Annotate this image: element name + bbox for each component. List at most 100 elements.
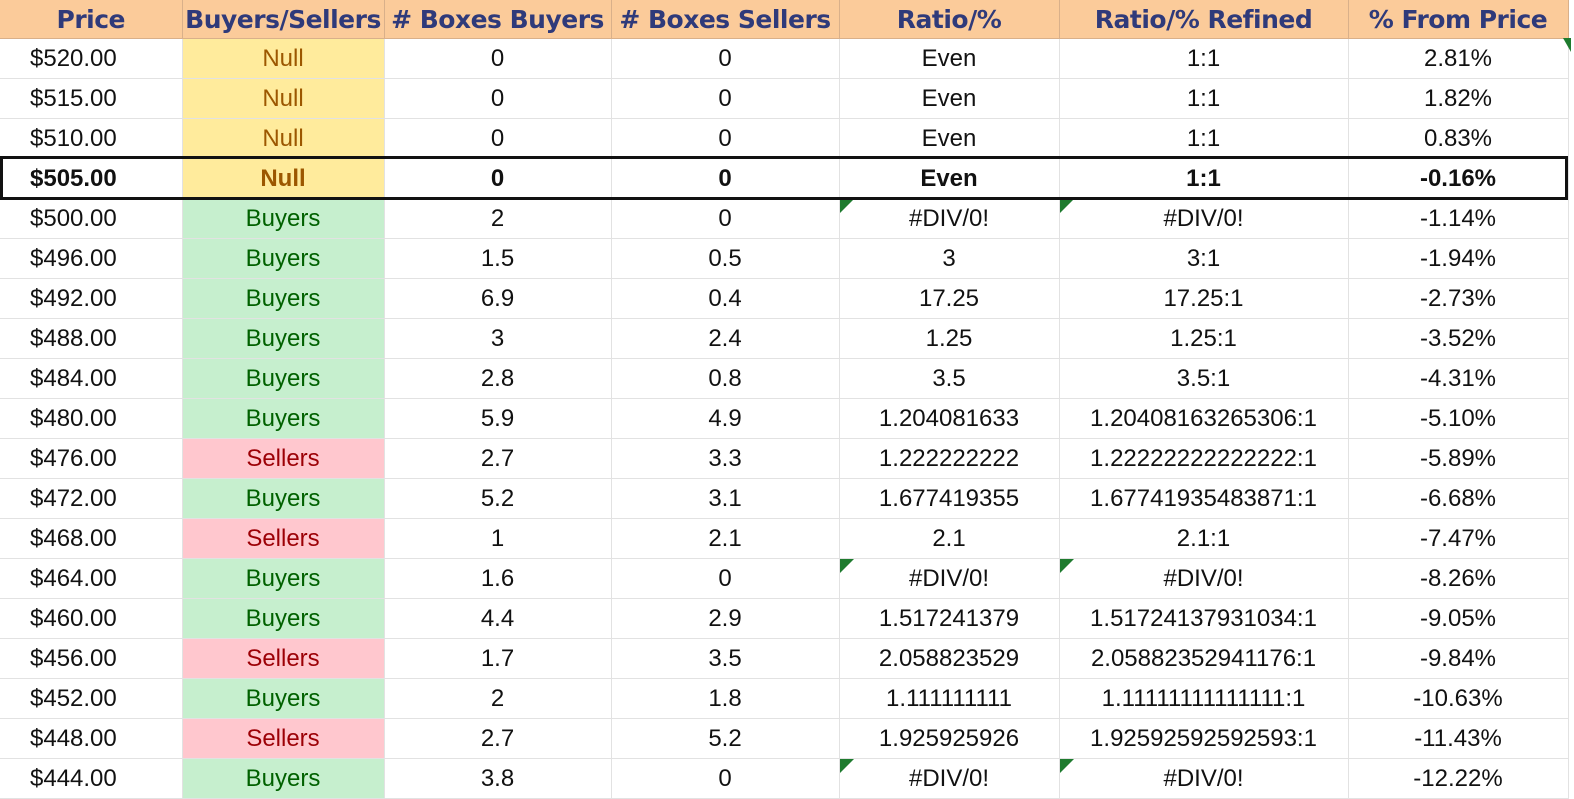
- cell-buyers-sellers[interactable]: Buyers: [182, 398, 385, 439]
- cell-ratio[interactable]: 1.111111111: [839, 678, 1060, 719]
- cell-pct-from-price[interactable]: -0.16%: [1348, 158, 1569, 199]
- cell-buyers-sellers[interactable]: Null: [182, 38, 385, 79]
- cell-boxes-sellers[interactable]: 0: [611, 158, 840, 199]
- cell-price[interactable]: $468.00: [0, 518, 183, 559]
- cell-boxes-sellers[interactable]: 3.1: [611, 478, 840, 519]
- cell-price[interactable]: $480.00: [0, 398, 183, 439]
- header-pct-from-price[interactable]: % From Price: [1348, 0, 1569, 39]
- cell-pct-from-price[interactable]: -12.22%: [1348, 758, 1569, 799]
- cell-buyers-sellers[interactable]: Sellers: [182, 518, 385, 559]
- cell-boxes-buyers[interactable]: 0: [384, 158, 612, 199]
- cell-boxes-sellers[interactable]: 2.9: [611, 598, 840, 639]
- cell-ratio[interactable]: #DIV/0!: [839, 558, 1060, 599]
- cell-buyers-sellers[interactable]: Null: [182, 78, 385, 119]
- cell-boxes-sellers[interactable]: 0: [611, 198, 840, 239]
- cell-buyers-sellers[interactable]: Buyers: [182, 558, 385, 599]
- cell-price[interactable]: $460.00: [0, 598, 183, 639]
- cell-price[interactable]: $510.00: [0, 118, 183, 159]
- cell-price[interactable]: $488.00: [0, 318, 183, 359]
- cell-boxes-buyers[interactable]: 5.9: [384, 398, 612, 439]
- header-boxes-sellers[interactable]: # Boxes Sellers: [611, 0, 840, 39]
- cell-price[interactable]: $520.00: [0, 38, 183, 79]
- cell-ratio-refined[interactable]: 1.11111111111111:1: [1059, 678, 1349, 719]
- cell-boxes-buyers[interactable]: 2.7: [384, 718, 612, 759]
- cell-ratio[interactable]: 1.925925926: [839, 718, 1060, 759]
- cell-ratio[interactable]: Even: [839, 158, 1060, 199]
- cell-ratio-refined[interactable]: 1.22222222222222:1: [1059, 438, 1349, 479]
- header-buyers-sellers[interactable]: Buyers/Sellers: [182, 0, 385, 39]
- cell-boxes-buyers[interactable]: 1.7: [384, 638, 612, 679]
- cell-boxes-sellers[interactable]: 2.4: [611, 318, 840, 359]
- cell-ratio[interactable]: 1.222222222: [839, 438, 1060, 479]
- cell-boxes-buyers[interactable]: 0: [384, 38, 612, 79]
- cell-price[interactable]: $448.00: [0, 718, 183, 759]
- cell-boxes-buyers[interactable]: 0: [384, 118, 612, 159]
- cell-boxes-sellers[interactable]: 5.2: [611, 718, 840, 759]
- cell-buyers-sellers[interactable]: Buyers: [182, 478, 385, 519]
- cell-buyers-sellers[interactable]: Buyers: [182, 238, 385, 279]
- cell-ratio[interactable]: Even: [839, 78, 1060, 119]
- cell-buyers-sellers[interactable]: Sellers: [182, 438, 385, 479]
- cell-ratio-refined[interactable]: 1.25:1: [1059, 318, 1349, 359]
- header-boxes-buyers[interactable]: # Boxes Buyers: [384, 0, 612, 39]
- cell-boxes-sellers[interactable]: 2.1: [611, 518, 840, 559]
- cell-boxes-buyers[interactable]: 1.5: [384, 238, 612, 279]
- cell-ratio[interactable]: 1.517241379: [839, 598, 1060, 639]
- cell-ratio-refined[interactable]: 17.25:1: [1059, 278, 1349, 319]
- cell-ratio-refined[interactable]: 1:1: [1059, 38, 1349, 79]
- cell-boxes-sellers[interactable]: 4.9: [611, 398, 840, 439]
- cell-pct-from-price[interactable]: 2.81%: [1348, 38, 1569, 79]
- cell-price[interactable]: $500.00: [0, 198, 183, 239]
- cell-boxes-buyers[interactable]: 5.2: [384, 478, 612, 519]
- cell-boxes-buyers[interactable]: 2.8: [384, 358, 612, 399]
- cell-ratio[interactable]: 1.25: [839, 318, 1060, 359]
- cell-ratio-refined[interactable]: 1:1: [1059, 118, 1349, 159]
- cell-pct-from-price[interactable]: -8.26%: [1348, 558, 1569, 599]
- cell-ratio-refined[interactable]: #DIV/0!: [1059, 758, 1349, 799]
- cell-boxes-sellers[interactable]: 3.3: [611, 438, 840, 479]
- cell-buyers-sellers[interactable]: Buyers: [182, 678, 385, 719]
- cell-pct-from-price[interactable]: -9.05%: [1348, 598, 1569, 639]
- cell-ratio[interactable]: #DIV/0!: [839, 198, 1060, 239]
- cell-boxes-sellers[interactable]: 3.5: [611, 638, 840, 679]
- cell-price[interactable]: $496.00: [0, 238, 183, 279]
- cell-ratio-refined[interactable]: 3.5:1: [1059, 358, 1349, 399]
- cell-pct-from-price[interactable]: -1.14%: [1348, 198, 1569, 239]
- cell-buyers-sellers[interactable]: Buyers: [182, 758, 385, 799]
- cell-pct-from-price[interactable]: -1.94%: [1348, 238, 1569, 279]
- cell-price[interactable]: $476.00: [0, 438, 183, 479]
- cell-price[interactable]: $464.00: [0, 558, 183, 599]
- cell-ratio[interactable]: 2.058823529: [839, 638, 1060, 679]
- cell-boxes-sellers[interactable]: 0: [611, 38, 840, 79]
- cell-boxes-buyers[interactable]: 1.6: [384, 558, 612, 599]
- cell-pct-from-price[interactable]: -3.52%: [1348, 318, 1569, 359]
- cell-price[interactable]: $444.00: [0, 758, 183, 799]
- cell-ratio[interactable]: Even: [839, 38, 1060, 79]
- header-price[interactable]: Price: [0, 0, 183, 39]
- cell-boxes-buyers[interactable]: 4.4: [384, 598, 612, 639]
- cell-boxes-sellers[interactable]: 0.4: [611, 278, 840, 319]
- cell-boxes-sellers[interactable]: 0: [611, 78, 840, 119]
- cell-boxes-buyers[interactable]: 0: [384, 78, 612, 119]
- cell-price[interactable]: $492.00: [0, 278, 183, 319]
- cell-ratio-refined[interactable]: 2.1:1: [1059, 518, 1349, 559]
- cell-buyers-sellers[interactable]: Null: [182, 158, 385, 199]
- cell-price[interactable]: $452.00: [0, 678, 183, 719]
- cell-price[interactable]: $472.00: [0, 478, 183, 519]
- cell-boxes-sellers[interactable]: 0.8: [611, 358, 840, 399]
- cell-ratio-refined[interactable]: 1.20408163265306:1: [1059, 398, 1349, 439]
- cell-boxes-buyers[interactable]: 6.9: [384, 278, 612, 319]
- cell-pct-from-price[interactable]: -9.84%: [1348, 638, 1569, 679]
- cell-ratio[interactable]: 17.25: [839, 278, 1060, 319]
- cell-pct-from-price[interactable]: -5.10%: [1348, 398, 1569, 439]
- header-ratio[interactable]: Ratio/%: [839, 0, 1060, 39]
- cell-pct-from-price[interactable]: -2.73%: [1348, 278, 1569, 319]
- cell-boxes-sellers[interactable]: 0.5: [611, 238, 840, 279]
- cell-ratio[interactable]: 1.204081633: [839, 398, 1060, 439]
- cell-boxes-sellers[interactable]: 1.8: [611, 678, 840, 719]
- cell-buyers-sellers[interactable]: Buyers: [182, 318, 385, 359]
- cell-buyers-sellers[interactable]: Buyers: [182, 278, 385, 319]
- cell-pct-from-price[interactable]: -4.31%: [1348, 358, 1569, 399]
- cell-ratio-refined[interactable]: 1.51724137931034:1: [1059, 598, 1349, 639]
- cell-boxes-buyers[interactable]: 1: [384, 518, 612, 559]
